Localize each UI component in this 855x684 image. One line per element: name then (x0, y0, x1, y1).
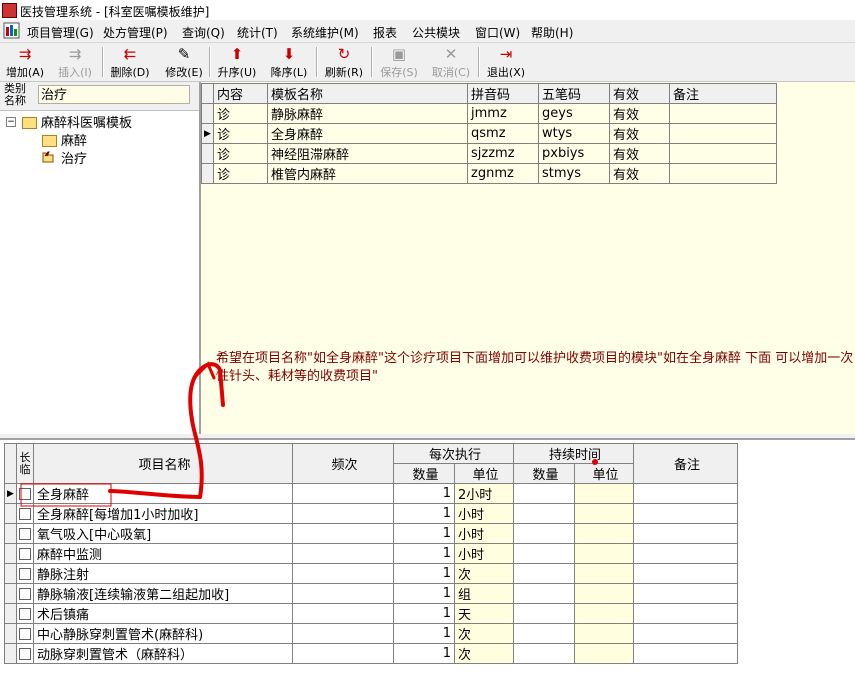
col-qty[interactable]: 数量 (393, 463, 455, 484)
long-term-checkbox[interactable] (19, 587, 31, 600)
col-content[interactable]: 内容 (213, 83, 268, 104)
table-row[interactable]: 诊 神经阻滞麻醉 sjzzmz pxbiys 有效 (201, 143, 777, 164)
mdi-child-icon[interactable] (3, 22, 20, 39)
exit-button[interactable]: ⇥ 退出(X) (483, 43, 529, 80)
current-row-icon: ▶ (201, 123, 214, 144)
col-pinyin[interactable]: 拼音码 (467, 83, 539, 104)
current-row-icon: ▶ (4, 483, 17, 504)
insert-icon: ⇉ (68, 45, 82, 63)
table-row[interactable]: 术后镇痛 1 天 (4, 603, 738, 624)
template-table: 内容 模板名称 拼音码 五笔码 有效 备注 诊 静脉麻醉 jmmz geys 有… (201, 83, 777, 184)
template-header-row: 内容 模板名称 拼音码 五笔码 有效 备注 (201, 83, 777, 104)
menu-project[interactable]: 项目管理(G) (27, 24, 94, 41)
arrow-down-icon: ⬇ (282, 45, 296, 63)
sort-desc-button[interactable]: ⬇ 降序(L) (266, 43, 312, 80)
long-term-checkbox[interactable] (19, 527, 31, 540)
table-row[interactable]: 动脉穿刺置管术（麻醉科） 1 次 (4, 643, 738, 664)
open-folder-icon (42, 151, 54, 163)
refresh-button[interactable]: ↻ 刷新(R) (321, 43, 367, 80)
title-bar: 医技管理系统 - [科室医嘱模板维护] (0, 0, 855, 20)
menu-prescription[interactable]: 处方管理(P) (103, 24, 168, 41)
toolbar: ⇉ 增加(A) ⇉ 插入(I) ⇇ 删除(D) ✎ 修改(E) ⬆ 升序(U) … (0, 43, 855, 82)
menu-system[interactable]: 系统维护(M) (291, 24, 359, 41)
col-frequency[interactable]: 频次 (292, 443, 394, 484)
item-header-row-1: 长临 项目名称 频次 每次执行 持续时间 备注 (4, 443, 738, 484)
category-header: 类别 名称 治疗 (0, 82, 199, 111)
col-long-temp[interactable]: 长临 (16, 443, 34, 484)
app-icon (2, 3, 17, 18)
col-template-name[interactable]: 模板名称 (267, 83, 468, 104)
col-item-name[interactable]: 项目名称 (33, 443, 293, 484)
delete-button[interactable]: ⇇ 删除(D) (107, 43, 153, 80)
annotation-note: 希望在项目名称"如全身麻醉"这个诊疗项目下面增加可以维护收费项目的模块"如在全身… (216, 351, 854, 384)
long-term-checkbox[interactable] (19, 607, 31, 620)
long-term-checkbox[interactable] (19, 507, 31, 520)
tree-item-treatment[interactable]: 治疗 (61, 148, 87, 167)
save-icon: ▣ (391, 45, 407, 63)
table-row[interactable]: 氧气吸入[中心吸氧] 1 小时 (4, 523, 738, 544)
col-item-note[interactable]: 备注 (633, 443, 738, 484)
table-row[interactable]: 静脉输液[连续输液第二组起加收] 1 组 (4, 583, 738, 604)
delete-icon: ⇇ (123, 45, 137, 63)
exit-icon: ⇥ (499, 45, 513, 63)
category-panel: 类别 名称 治疗 − 麻醉科医嘱模板 麻醉 治疗 (0, 82, 201, 434)
category-name-field[interactable]: 治疗 (38, 85, 190, 104)
col-per-exec[interactable]: 每次执行 (393, 443, 514, 464)
long-term-checkbox[interactable] (19, 647, 31, 660)
add-button[interactable]: ⇉ 增加(A) (2, 43, 48, 80)
table-row[interactable]: 中心静脉穿刺置管术(麻醉科) 1 次 (4, 623, 738, 644)
col-duration-unit[interactable]: 单位 (574, 463, 634, 484)
tree-root[interactable]: 麻醉科医嘱模板 (41, 112, 132, 131)
folder-icon (22, 117, 37, 129)
table-row[interactable]: 诊 静脉麻醉 jmmz geys 有效 (201, 103, 777, 124)
menu-statistics[interactable]: 统计(T) (237, 24, 278, 41)
cancel-icon: ✕ (444, 45, 458, 63)
edit-button[interactable]: ✎ 修改(E) (161, 43, 207, 80)
tree-collapse-icon[interactable]: − (6, 117, 16, 127)
insert-button[interactable]: ⇉ 插入(I) (52, 43, 98, 80)
table-row[interactable]: 全身麻醉[每增加1小时加收] 1 小时 (4, 503, 738, 524)
item-grid: 长临 项目名称 频次 每次执行 持续时间 备注 数量 单位 数量 单位 ▶ 全身… (0, 438, 855, 684)
long-term-checkbox[interactable] (19, 627, 31, 640)
category-label: 类别 名称 (4, 82, 26, 107)
tree-item-anesthesia[interactable]: 麻醉 (61, 130, 87, 149)
col-unit[interactable]: 单位 (454, 463, 514, 484)
table-row[interactable]: 静脉注射 1 次 (4, 563, 738, 584)
long-term-checkbox[interactable] (19, 567, 31, 580)
save-button[interactable]: ▣ 保存(S) (376, 43, 422, 80)
edit-icon: ✎ (177, 45, 191, 63)
sort-asc-button[interactable]: ⬆ 升序(U) (214, 43, 260, 80)
col-duration[interactable]: 持续时间 (513, 443, 634, 464)
table-row[interactable]: 麻醉中监测 1 小时 (4, 543, 738, 564)
table-row[interactable]: ▶ 全身麻醉 1 2小时 (4, 483, 738, 504)
col-valid[interactable]: 有效 (609, 83, 670, 104)
table-row[interactable]: 诊 椎管内麻醉 zgnmz stmys 有效 (201, 163, 777, 184)
col-duration-qty[interactable]: 数量 (513, 463, 575, 484)
menu-bar: 项目管理(G) 处方管理(P) 查询(Q) 统计(T) 系统维护(M) 报表 公… (0, 20, 855, 43)
col-note[interactable]: 备注 (669, 83, 777, 104)
menu-common[interactable]: 公共模块 (412, 24, 460, 41)
arrow-up-icon: ⬆ (230, 45, 244, 63)
menu-help[interactable]: 帮助(H) (531, 24, 573, 41)
refresh-icon: ↻ (337, 45, 351, 63)
menu-query[interactable]: 查询(Q) (182, 24, 225, 41)
item-table: 长临 项目名称 频次 每次执行 持续时间 备注 数量 单位 数量 单位 ▶ 全身… (4, 443, 738, 664)
col-wubi[interactable]: 五笔码 (538, 83, 610, 104)
add-icon: ⇉ (18, 45, 32, 63)
long-term-checkbox[interactable] (19, 487, 31, 500)
long-term-checkbox[interactable] (19, 547, 31, 560)
folder-icon (42, 135, 57, 147)
table-row[interactable]: ▶ 诊 全身麻醉 qsmz wtys 有效 (201, 123, 777, 144)
menu-window[interactable]: 窗口(W) (475, 24, 520, 41)
window-title: 医技管理系统 - [科室医嘱模板维护] (20, 5, 210, 19)
menu-report[interactable]: 报表 (373, 24, 397, 41)
cancel-button[interactable]: ✕ 取消(C) (428, 43, 474, 80)
